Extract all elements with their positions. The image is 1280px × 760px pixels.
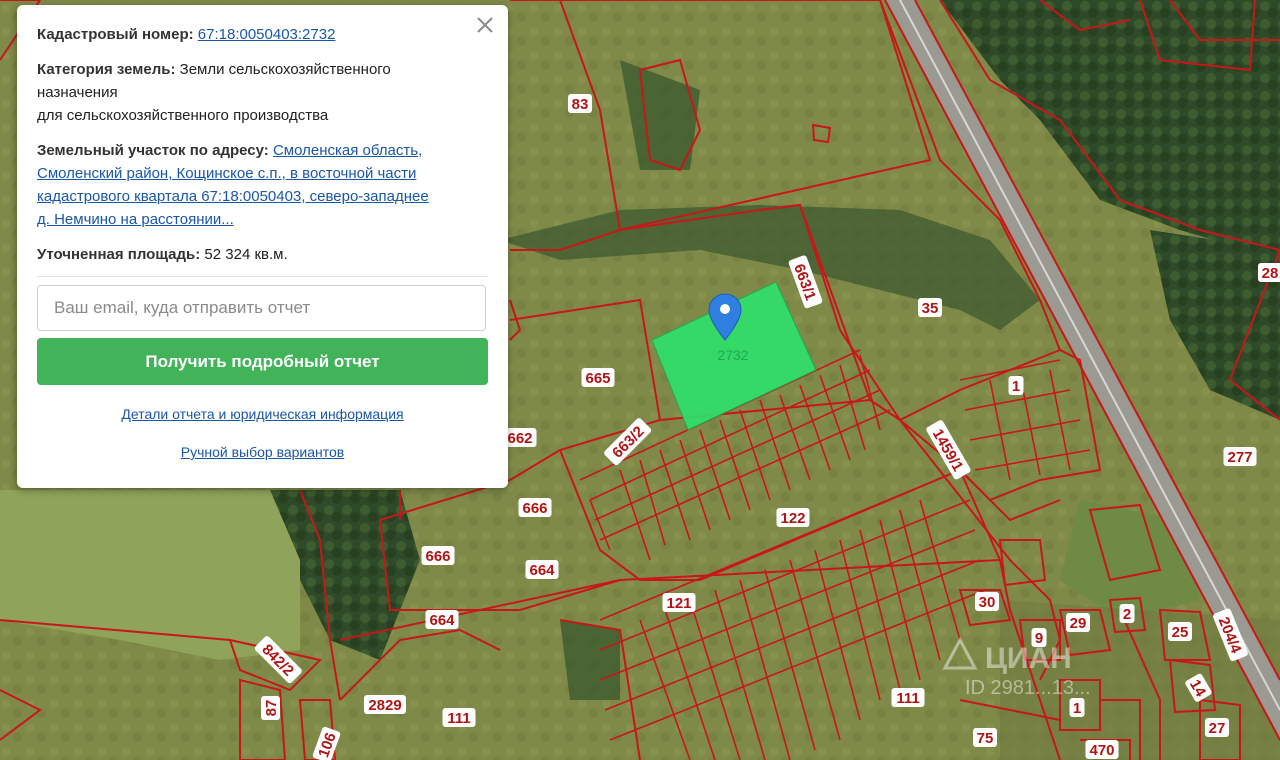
plot-label-text: 25 bbox=[1172, 624, 1189, 641]
address-link-2[interactable]: Смоленский район, Кощинское с.п., в вост… bbox=[37, 165, 416, 182]
plot-label-text: 277 bbox=[1227, 449, 1252, 466]
plot-label-text: 75 bbox=[977, 730, 994, 747]
plot-label: 35 bbox=[918, 298, 942, 317]
plot-label-text: 2829 bbox=[368, 697, 401, 714]
details-link-wrap: Детали отчета и юридическая информация bbox=[37, 406, 488, 422]
plot-label: 1 bbox=[1069, 698, 1085, 717]
plot-label: 470 bbox=[1085, 740, 1119, 759]
address-row: Земельный участок по адресу: Смоленская … bbox=[37, 139, 488, 231]
selected-plot-label: 2732 bbox=[717, 347, 748, 363]
plot-label: 87 bbox=[261, 696, 280, 720]
plot-label-text: 665 bbox=[585, 370, 610, 387]
plot-label-text: 470 bbox=[1089, 742, 1114, 759]
address-link-1[interactable]: Смоленская область, bbox=[273, 142, 422, 159]
plot-label: 2829 bbox=[364, 695, 406, 714]
manual-link-wrap: Ручной выбор вариантов bbox=[37, 444, 488, 460]
land-category-label: Категория земель: bbox=[37, 61, 176, 78]
plot-label-text: 27 bbox=[1209, 720, 1226, 737]
email-input[interactable] bbox=[37, 285, 486, 331]
plot-label: 111 bbox=[891, 688, 925, 707]
plot-label-text: 87 bbox=[263, 700, 280, 717]
plot-label: 122 bbox=[776, 508, 810, 527]
cadastral-number-row: Кадастровый номер: 67:18:0050403:2732 bbox=[37, 23, 488, 46]
land-use-value: для сельскохозяйственного производства bbox=[37, 107, 329, 124]
get-report-button[interactable]: Получить подробный отчет bbox=[37, 338, 488, 385]
plot-label-text: 111 bbox=[896, 690, 919, 707]
plot-label: 25 bbox=[1168, 622, 1192, 641]
plot-label-text: 664 bbox=[429, 612, 455, 629]
plot-label-text: 111 bbox=[447, 710, 470, 727]
plot-label: 665 bbox=[581, 368, 615, 387]
address-link-4[interactable]: д. Немчино на расстоянии... bbox=[37, 211, 234, 228]
close-icon[interactable] bbox=[474, 14, 496, 36]
plot-label-text: 30 bbox=[979, 594, 996, 611]
area-label: Уточненная площадь: bbox=[37, 246, 201, 263]
plot-label: 664 bbox=[425, 610, 459, 629]
address-link-3[interactable]: кадастрового квартала 67:18:0050403, сев… bbox=[37, 188, 429, 205]
watermark-text: ЦИАН bbox=[985, 642, 1072, 675]
plot-info-popup: Кадастровый номер: 67:18:0050403:2732 Ка… bbox=[17, 5, 508, 488]
plot-label: 1 bbox=[1008, 376, 1024, 395]
watermark-id: ID 2981...13... bbox=[965, 677, 1091, 699]
area-row: Уточненная площадь: 52 324 кв.м. bbox=[37, 243, 488, 266]
plot-label-text: 664 bbox=[529, 562, 555, 579]
plot-label-text: 29 bbox=[1070, 615, 1087, 632]
report-details-link[interactable]: Детали отчета и юридическая информация bbox=[121, 406, 403, 422]
plot-label-text: 1 bbox=[1012, 378, 1020, 395]
plot-label-text: 1 bbox=[1073, 700, 1081, 717]
plot-label-text: 666 bbox=[522, 500, 547, 517]
plot-label: 664 bbox=[525, 560, 559, 579]
cadastral-number-link[interactable]: 67:18:0050403:2732 bbox=[198, 26, 336, 43]
address-label: Земельный участок по адресу: bbox=[37, 142, 269, 159]
plot-label: 30 bbox=[975, 592, 999, 611]
plot-label: 111 bbox=[442, 708, 476, 727]
plot-label-text: 83 bbox=[572, 96, 589, 113]
manual-selection-link[interactable]: Ручной выбор вариантов bbox=[181, 444, 345, 460]
plot-label: 666 bbox=[518, 498, 552, 517]
plot-label-text: 28 bbox=[1262, 265, 1279, 282]
plot-label-text: 121 bbox=[666, 595, 691, 612]
plot-label: 2 bbox=[1119, 604, 1135, 623]
plot-label: 666 bbox=[421, 546, 455, 565]
plot-label: 662 bbox=[503, 428, 537, 447]
cadastral-number-label: Кадастровый номер: bbox=[37, 26, 194, 43]
land-category-value-1: Земли сельскохозяйственного bbox=[179, 61, 391, 78]
plot-label-text: 122 bbox=[780, 510, 805, 527]
plot-label: 121 bbox=[662, 593, 696, 612]
plot-label-text: 662 bbox=[507, 430, 532, 447]
plot-label-text: 35 bbox=[922, 300, 939, 317]
plot-label: 75 bbox=[973, 728, 997, 747]
plot-label: 277 bbox=[1223, 447, 1257, 466]
plot-label: 83 bbox=[568, 94, 592, 113]
land-category-row: Категория земель: Земли сельскохозяйстве… bbox=[37, 58, 488, 127]
plot-label: 29 bbox=[1066, 613, 1090, 632]
land-category-value-2: назначения bbox=[37, 84, 118, 101]
plot-label: 28 bbox=[1258, 263, 1280, 282]
plot-label-text: 2 bbox=[1123, 606, 1131, 623]
plot-label-text: 666 bbox=[425, 548, 450, 565]
forest-area bbox=[560, 620, 620, 700]
plot-label: 27 bbox=[1205, 718, 1229, 737]
area-value: 52 324 кв.м. bbox=[204, 246, 288, 263]
divider bbox=[37, 276, 488, 277]
